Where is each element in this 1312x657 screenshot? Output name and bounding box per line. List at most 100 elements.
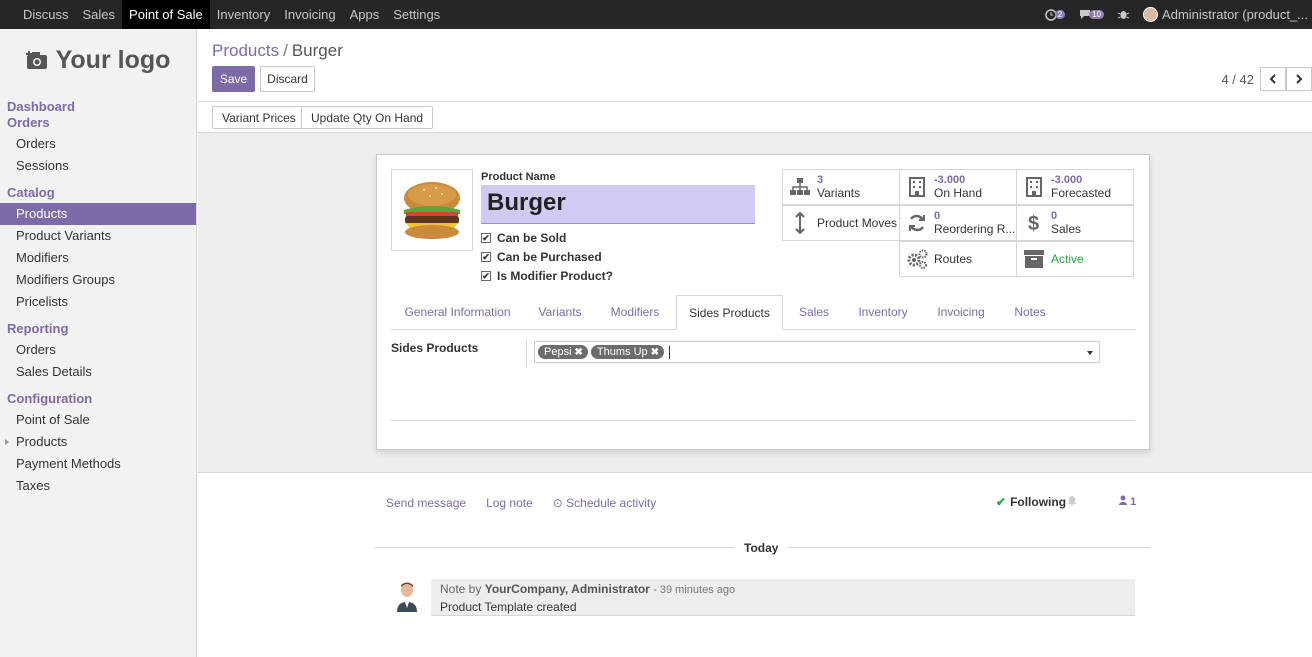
menu-discuss[interactable]: Discuss	[0, 0, 76, 29]
tab-invoicing[interactable]: Invoicing	[922, 295, 1000, 330]
tab-general-information[interactable]: General Information	[391, 295, 524, 330]
bug-icon	[1118, 11, 1130, 19]
sidebar-item-sales-details[interactable]: Sales Details	[0, 361, 196, 383]
sidebar-section-catalog: Catalog	[7, 185, 55, 200]
tab-variants[interactable]: Variants	[524, 295, 596, 330]
menu-point-of-sale[interactable]: Point of Sale	[122, 0, 210, 29]
breadcrumb-current: Burger	[291, 41, 343, 60]
app-menu: Discuss Sales Point of Sale Inventory In…	[0, 0, 447, 29]
product-name-input[interactable]: Burger	[481, 185, 755, 224]
menu-apps[interactable]: Apps	[343, 0, 387, 29]
tab-inventory[interactable]: Inventory	[844, 295, 922, 330]
save-button[interactable]: Save	[212, 66, 255, 92]
sidebar-item-modifiers[interactable]: Modifiers	[0, 247, 196, 269]
sidebar-item-config-products[interactable]: Products	[0, 431, 196, 453]
pager-value[interactable]: 4 / 42	[1221, 72, 1254, 87]
bell-icon[interactable]	[1067, 495, 1077, 509]
sidebar-item-payment-methods[interactable]: Payment Methods	[0, 453, 196, 475]
breadcrumb-products-link[interactable]: Products	[212, 41, 279, 60]
checkbox-checked-icon: ✔	[481, 270, 491, 281]
company-logo[interactable]: Your logo	[0, 29, 196, 91]
menu-settings[interactable]: Settings	[386, 0, 447, 29]
control-panel: Products / Burger Save Discard 4 / 42	[198, 29, 1312, 102]
burger-icon	[404, 182, 460, 239]
pager-previous-button[interactable]	[1260, 67, 1286, 91]
building-icon	[1026, 177, 1042, 197]
tag-pepsi: Pepsi ✖	[538, 345, 588, 359]
sides-products-input[interactable]: Pepsi ✖ Thums Up ✖	[534, 341, 1100, 363]
user-avatar	[1143, 7, 1159, 22]
message-author-avatar[interactable]	[396, 580, 418, 612]
forecasted-smart-button[interactable]: -3.000 Forecasted	[1016, 169, 1134, 205]
sidebar-dashboard[interactable]: Dashboard	[0, 99, 196, 115]
schedule-activity-button[interactable]: ⊙ Schedule activity	[553, 496, 656, 510]
date-separator-label: Today	[734, 541, 789, 555]
tab-notes[interactable]: Notes	[1000, 295, 1060, 330]
tab-modifiers[interactable]: Modifiers	[596, 295, 674, 330]
active-toggle-button[interactable]: Active	[1016, 241, 1134, 277]
send-message-button[interactable]: Send message	[386, 496, 466, 510]
dropdown-caret-icon[interactable]	[1087, 351, 1093, 355]
remove-tag-icon[interactable]: ✖	[651, 347, 659, 358]
chatter-actions: Send message Log note ⊙ Schedule activit…	[386, 496, 656, 510]
sheet-divider	[391, 420, 1135, 421]
sidebar-item-products[interactable]: Products	[0, 203, 196, 225]
checkbox-checked-icon: ✔	[481, 232, 491, 243]
message-author[interactable]: YourCompany, Administrator	[485, 582, 650, 596]
clock-icon: ⊙	[552, 496, 567, 510]
sales-smart-button[interactable]: $ 0 Sales	[1016, 205, 1134, 241]
sidebar-item-config-point-of-sale[interactable]: Point of Sale	[0, 409, 196, 431]
can-be-sold-checkbox[interactable]: ✔ Can be Sold	[481, 231, 566, 245]
sidebar-item-orders[interactable]: Orders	[0, 133, 196, 155]
activity-menu[interactable]: 2	[1044, 8, 1066, 21]
sidebar-item-product-variants[interactable]: Product Variants	[0, 225, 196, 247]
sides-products-label: Sides Products	[391, 341, 479, 355]
product-image[interactable]	[391, 169, 473, 251]
sidebar-item-pricelists[interactable]: Pricelists	[0, 291, 196, 313]
discard-button[interactable]: Discard	[260, 66, 315, 92]
chevron-right-icon	[1296, 74, 1303, 84]
user-icon	[1119, 495, 1127, 505]
menu-sales[interactable]: Sales	[76, 0, 123, 29]
following-button[interactable]: ✔ Following	[996, 495, 1066, 509]
sidebar-item-modifiers-groups[interactable]: Modifiers Groups	[0, 269, 196, 291]
message-body: Product Template created	[440, 600, 577, 614]
log-note-button[interactable]: Log note	[486, 496, 533, 510]
remove-tag-icon[interactable]: ✖	[575, 347, 583, 358]
can-be-purchased-checkbox[interactable]: ✔ Can be Purchased	[481, 250, 602, 264]
update-qty-on-hand-button[interactable]: Update Qty On Hand	[301, 106, 434, 129]
forecasted-label: Forecasted	[1051, 186, 1112, 200]
form-statusbar: Variant Prices Update Qty On Hand	[198, 102, 1312, 133]
checkbox-label: Can be Sold	[497, 231, 567, 245]
pager-next-button[interactable]	[1286, 67, 1312, 91]
messaging-menu[interactable]: 10	[1079, 9, 1105, 20]
user-menu[interactable]: Administrator (product_...	[1143, 7, 1308, 22]
building-icon	[909, 177, 925, 197]
routes-smart-button[interactable]: Routes	[899, 241, 1017, 277]
sidebar-section-reporting: Reporting	[7, 321, 69, 336]
reordering-rules-smart-button[interactable]: 0 Reordering R...	[899, 205, 1017, 241]
check-icon: ✔	[996, 495, 1007, 509]
camera-icon	[25, 51, 47, 69]
debug-menu[interactable]	[1118, 9, 1130, 20]
product-moves-smart-button[interactable]: Product Moves	[782, 205, 900, 241]
sidebar-item-taxes[interactable]: Taxes	[0, 475, 196, 497]
variants-smart-button[interactable]: 3 Variants	[782, 169, 900, 205]
is-modifier-product-checkbox[interactable]: ✔ Is Modifier Product?	[481, 269, 613, 283]
active-label: Active	[1051, 251, 1084, 266]
sidebar-item-reporting-orders[interactable]: Orders	[0, 339, 196, 361]
dollar-icon: $	[1028, 213, 1039, 234]
top-navbar: Discuss Sales Point of Sale Inventory In…	[0, 0, 1312, 29]
tab-sales[interactable]: Sales	[784, 295, 844, 330]
menu-invoicing[interactable]: Invoicing	[277, 0, 342, 29]
logo-text: Your logo	[55, 45, 171, 74]
breadcrumb-separator: /	[283, 41, 288, 60]
variant-prices-button[interactable]: Variant Prices	[212, 106, 306, 129]
tag-label: Pepsi	[544, 346, 572, 358]
archive-icon	[1024, 250, 1044, 268]
tab-sides-products[interactable]: Sides Products	[676, 295, 783, 330]
on-hand-smart-button[interactable]: -3.000 On Hand	[899, 169, 1017, 205]
sidebar-item-sessions[interactable]: Sessions	[0, 155, 196, 177]
followers-button[interactable]: 1	[1119, 495, 1136, 508]
menu-inventory[interactable]: Inventory	[210, 0, 277, 29]
